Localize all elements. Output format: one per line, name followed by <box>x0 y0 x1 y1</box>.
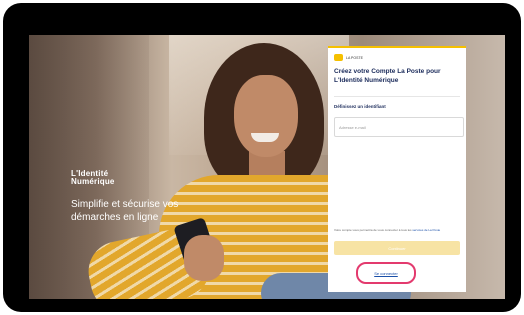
email-field[interactable] <box>334 117 464 137</box>
brand-line-2: Numérique <box>71 177 115 186</box>
la-poste-logo-icon <box>334 54 343 61</box>
identifier-label: Définissez un identifiant <box>334 104 386 109</box>
la-poste-logo: LA POSTE <box>334 54 363 61</box>
connect-highlight-ring: Se connecter <box>356 262 416 284</box>
la-poste-logo-text: LA POSTE <box>346 55 363 60</box>
screen: L'Identité Numérique Simplifie et sécuri… <box>29 35 505 299</box>
divider <box>334 96 460 97</box>
person-face <box>234 75 298 157</box>
device-frame: L'Identité Numérique Simplifie et sécuri… <box>3 3 521 312</box>
continue-button[interactable]: Continuer <box>334 241 460 255</box>
brand-logo: L'Identité Numérique <box>71 170 115 186</box>
tagline: Simplifie et sécurise vos démarches en l… <box>71 199 179 223</box>
card-title: Créez votre Compte La Poste pour L'Ident… <box>334 68 441 84</box>
person-hand <box>184 235 224 281</box>
connect-link[interactable]: Se connecter <box>358 264 414 282</box>
consent-body: Votre compte vous permettra de vous conn… <box>334 228 413 232</box>
signup-card: LA POSTE Créez votre Compte La Poste pou… <box>328 46 466 292</box>
consent-link[interactable]: services de La Poste <box>412 228 440 232</box>
consent-text: Votre compte vous permettra de vous conn… <box>334 228 460 232</box>
